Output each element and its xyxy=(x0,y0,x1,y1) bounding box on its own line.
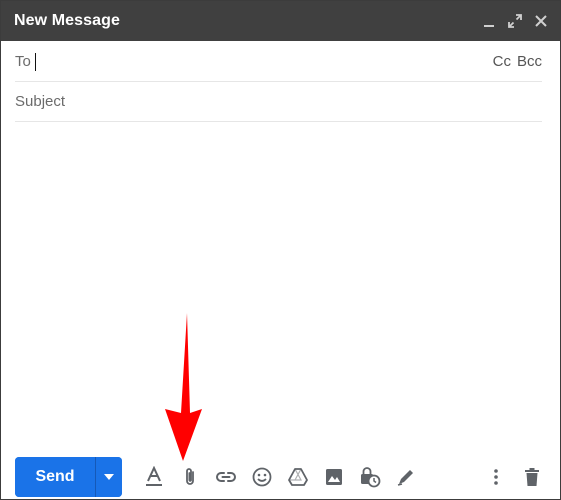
cc-link[interactable]: Cc xyxy=(493,53,511,70)
message-body[interactable] xyxy=(15,123,542,443)
close-icon[interactable] xyxy=(532,12,550,30)
compose-title: New Message xyxy=(14,12,121,29)
bcc-link[interactable]: Bcc xyxy=(517,53,542,70)
send-button-group: Send xyxy=(15,457,122,497)
link-icon[interactable] xyxy=(208,459,244,495)
compose-window: New Message To Cc Bcc Subject Send xyxy=(0,0,561,500)
subject-placeholder[interactable]: Subject xyxy=(15,93,65,110)
minimize-icon[interactable] xyxy=(480,12,498,30)
more-options-icon[interactable] xyxy=(478,459,514,495)
drive-icon[interactable] xyxy=(280,459,316,495)
formatting-icon[interactable] xyxy=(136,459,172,495)
emoji-icon[interactable] xyxy=(244,459,280,495)
compose-toolbar: Send xyxy=(15,457,550,497)
attach-icon[interactable] xyxy=(172,459,208,495)
schedule-send-dropdown[interactable] xyxy=(96,457,122,497)
confidential-icon[interactable] xyxy=(352,459,388,495)
compose-titlebar[interactable]: New Message xyxy=(1,1,560,41)
to-label: To xyxy=(15,53,31,70)
signature-icon[interactable] xyxy=(388,459,424,495)
to-input[interactable] xyxy=(36,46,493,77)
send-button[interactable]: Send xyxy=(15,457,95,497)
subject-row[interactable]: Subject xyxy=(15,82,542,122)
to-row: To Cc Bcc xyxy=(15,42,542,82)
expand-icon[interactable] xyxy=(506,12,524,30)
trash-icon[interactable] xyxy=(514,459,550,495)
toolbar-right xyxy=(478,459,550,495)
formatting-tools xyxy=(136,459,424,495)
cc-bcc-links: Cc Bcc xyxy=(493,53,542,70)
caret-down-icon xyxy=(104,474,114,480)
window-controls xyxy=(480,12,550,30)
image-icon[interactable] xyxy=(316,459,352,495)
